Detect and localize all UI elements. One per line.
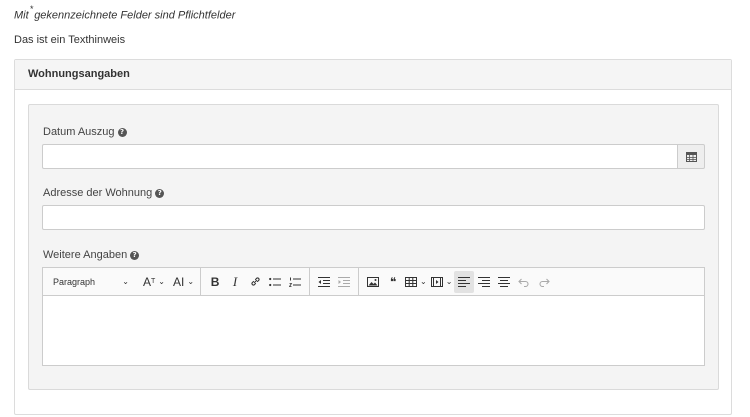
label-datum-auszug: Datum Auszug ? bbox=[43, 126, 127, 138]
blockquote-icon: ❝ bbox=[389, 274, 397, 289]
toolbar-separator bbox=[200, 267, 202, 296]
toolbar-separator bbox=[309, 267, 311, 296]
calendar-icon bbox=[685, 152, 697, 162]
indent-icon bbox=[338, 276, 351, 287]
indent-button[interactable] bbox=[334, 271, 354, 293]
editor-toolbar: Paragraph ⌄ AT ⌄ AI ⌄ B I ❝ ⌄ ⌄ bbox=[43, 267, 704, 296]
bulleted-list-button[interactable] bbox=[265, 271, 285, 293]
label-weitere-angaben: Weitere Angaben ? bbox=[43, 249, 140, 261]
insert-image-button[interactable] bbox=[363, 271, 383, 293]
label-text: Adresse der Wohnung bbox=[43, 187, 153, 199]
align-left-icon bbox=[458, 276, 471, 287]
font-family-icon: AI bbox=[173, 274, 185, 289]
undo-button[interactable] bbox=[514, 271, 534, 293]
help-icon[interactable]: ? bbox=[155, 188, 165, 198]
align-right-icon bbox=[478, 276, 491, 287]
chevron-down-icon: ⌄ bbox=[122, 277, 129, 286]
numbered-list-button[interactable] bbox=[285, 271, 305, 293]
required-fields-note: Mit*gekennzeichnete Felder sind Pflichtf… bbox=[14, 4, 236, 22]
chevron-down-icon: ⌄ bbox=[420, 277, 427, 286]
label-adresse: Adresse der Wohnung ? bbox=[43, 187, 165, 199]
blockquote-button[interactable]: ❝ bbox=[383, 271, 403, 293]
link-button[interactable] bbox=[245, 271, 265, 293]
bulleted-list-icon bbox=[269, 277, 282, 286]
required-asterisk: * bbox=[29, 4, 34, 14]
outdent-button[interactable] bbox=[314, 271, 334, 293]
bold-button[interactable]: B bbox=[205, 271, 225, 293]
align-center-icon bbox=[498, 276, 511, 287]
chevron-down-icon: ⌄ bbox=[158, 277, 165, 286]
calendar-button[interactable] bbox=[677, 144, 705, 169]
required-note-suffix: gekennzeichnete Felder sind Pflichtfelde… bbox=[34, 9, 236, 22]
text-hint: Das ist ein Texthinweis bbox=[14, 34, 126, 46]
undo-icon bbox=[518, 278, 529, 287]
move-out-date-input[interactable] bbox=[42, 144, 678, 169]
outdent-icon bbox=[318, 276, 331, 287]
editor-content-area[interactable] bbox=[43, 296, 704, 365]
numbered-list-icon bbox=[289, 277, 302, 287]
help-icon[interactable]: ? bbox=[130, 250, 140, 260]
redo-icon bbox=[539, 278, 551, 287]
bold-icon: B bbox=[210, 274, 220, 289]
help-icon[interactable]: ? bbox=[117, 127, 127, 137]
required-note-prefix: Mit bbox=[14, 9, 29, 22]
paragraph-dropdown[interactable]: Paragraph ⌄ bbox=[47, 271, 135, 293]
label-text: Datum Auszug bbox=[43, 126, 115, 138]
media-embed-icon bbox=[430, 276, 443, 287]
font-family-dropdown[interactable]: AI ⌄ bbox=[171, 271, 196, 293]
align-left-button[interactable] bbox=[454, 270, 475, 293]
media-embed-dropdown[interactable]: ⌄ bbox=[429, 271, 455, 293]
toolbar-separator bbox=[358, 267, 360, 296]
align-center-button[interactable] bbox=[494, 271, 514, 293]
font-size-icon: A bbox=[143, 274, 152, 289]
image-icon bbox=[367, 276, 380, 287]
rich-text-editor: Paragraph ⌄ AT ⌄ AI ⌄ B I ❝ ⌄ ⌄ bbox=[42, 267, 705, 366]
italic-icon: I bbox=[232, 273, 238, 289]
paragraph-label: Paragraph bbox=[53, 276, 96, 287]
italic-button[interactable]: I bbox=[225, 271, 245, 293]
table-icon bbox=[405, 276, 418, 287]
panel-title: Wohnungsangaben bbox=[15, 60, 731, 90]
label-text: Weitere Angaben bbox=[43, 249, 128, 261]
chevron-down-icon: ⌄ bbox=[445, 277, 453, 286]
form-well: Datum Auszug ? Adresse der Wohnung ? Wei… bbox=[28, 104, 719, 390]
align-right-button[interactable] bbox=[474, 271, 494, 293]
panel-wohnungsangaben: Wohnungsangaben Datum Auszug ? Adresse d… bbox=[14, 59, 732, 415]
font-size-dropdown[interactable]: AT ⌄ bbox=[141, 271, 167, 293]
link-icon bbox=[250, 277, 260, 286]
chevron-down-icon: ⌄ bbox=[187, 277, 195, 286]
insert-table-dropdown[interactable]: ⌄ bbox=[403, 271, 429, 293]
address-input[interactable] bbox=[42, 205, 705, 230]
redo-button[interactable] bbox=[534, 271, 554, 293]
